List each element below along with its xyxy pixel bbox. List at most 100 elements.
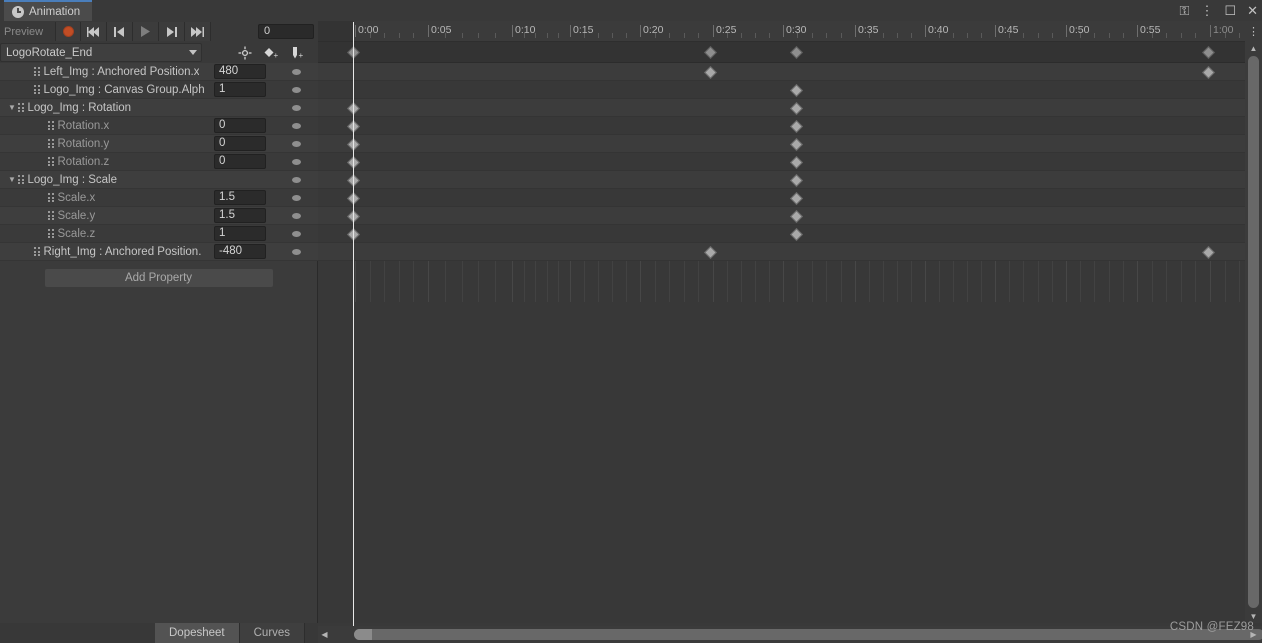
horizontal-scroll-thumb-cap[interactable]	[354, 629, 372, 640]
property-row[interactable]: Scale.x 1.5	[0, 189, 318, 207]
drag-handle-icon[interactable]	[18, 175, 24, 184]
track-row[interactable]	[318, 171, 1245, 189]
track-row[interactable]	[318, 189, 1245, 207]
summary-track-row[interactable]	[318, 42, 1245, 63]
ruler-minor-tick	[669, 33, 671, 38]
track-row[interactable]	[318, 99, 1245, 117]
ruler-minor-tick	[369, 33, 371, 38]
dopesheet-area[interactable]	[318, 42, 1245, 623]
first-keyframe-button[interactable]	[81, 22, 107, 41]
track-row[interactable]	[318, 63, 1245, 81]
keyframe-toggle-dot-icon[interactable]	[292, 105, 301, 111]
keyframe-toggle-dot-icon[interactable]	[292, 159, 301, 165]
ruler-time-label: 0:50	[1069, 24, 1090, 36]
play-button[interactable]	[133, 22, 159, 41]
track-row[interactable]	[318, 153, 1245, 171]
prev-keyframe-button[interactable]	[107, 22, 133, 41]
track-row[interactable]	[318, 135, 1245, 153]
keyframe-toggle-dot-icon[interactable]	[292, 195, 301, 201]
scroll-left-arrow-icon[interactable]: ◀	[318, 626, 331, 643]
drag-handle-icon[interactable]	[34, 247, 40, 256]
drag-handle-icon[interactable]	[48, 157, 54, 166]
property-row[interactable]: ▼ Logo_Img : Scale	[0, 171, 318, 189]
property-row[interactable]: Rotation.x 0	[0, 117, 318, 135]
tab-animation[interactable]: Animation	[4, 0, 93, 21]
property-list-panel: Left_Img : Anchored Position.x 480 Logo_Im…	[0, 63, 318, 623]
drag-handle-icon[interactable]	[48, 139, 54, 148]
mode-tab-dopesheet[interactable]: Dopesheet	[155, 623, 240, 643]
close-icon[interactable]: ✕	[1247, 4, 1258, 17]
drag-handle-icon[interactable]	[48, 211, 54, 220]
clip-selector-label: LogoRotate_End	[6, 46, 93, 59]
preview-label[interactable]: Preview	[0, 26, 55, 38]
drag-handle-icon[interactable]	[48, 229, 54, 238]
drag-handle-icon[interactable]	[18, 103, 24, 112]
horizontal-scroll-thumb[interactable]	[354, 629, 1262, 640]
track-row[interactable]	[318, 225, 1245, 243]
ruler-minor-tick	[478, 33, 480, 38]
timeline-options-kebab-icon[interactable]: ⋮	[1245, 21, 1262, 42]
property-row[interactable]: Left_Img : Anchored Position.x 480	[0, 63, 318, 81]
ruler-minor-tick	[1051, 33, 1053, 38]
ruler-minor-tick	[967, 33, 968, 38]
property-row[interactable]: Rotation.z 0	[0, 153, 318, 171]
keyframe-toggle-dot-icon[interactable]	[292, 213, 301, 219]
mode-tab-curves[interactable]: Curves	[239, 623, 306, 643]
keyframe-toggle-dot-icon[interactable]	[292, 141, 301, 147]
vertical-scrollbar[interactable]: ▲ ▼	[1245, 42, 1262, 623]
timeline-ruler[interactable]: 0:00 0:05 0:10 0:15 0:20 0:25 0:30 0:35 0:40 0:45…	[318, 21, 1245, 42]
property-label: Logo_Img : Rotation	[27, 101, 132, 114]
track-row[interactable]	[318, 117, 1245, 135]
property-value-input[interactable]: 0	[214, 154, 266, 169]
add-property-button[interactable]: Add Property	[44, 269, 273, 287]
foldout-arrow-icon[interactable]: ▼	[6, 175, 18, 184]
add-event-button[interactable]: +	[284, 43, 310, 62]
property-value-input[interactable]: 1	[214, 226, 266, 241]
last-keyframe-button[interactable]	[185, 22, 211, 41]
add-keyframe-at-playhead-button[interactable]: +	[258, 43, 284, 62]
keyframe-toggle-dot-icon[interactable]	[292, 249, 301, 255]
property-row[interactable]: Right_Img : Anchored Position. -480	[0, 243, 318, 261]
frame-number-input[interactable]: 0	[258, 24, 314, 39]
vertical-scroll-thumb[interactable]	[1248, 56, 1259, 608]
scroll-up-arrow-icon[interactable]: ▲	[1245, 42, 1262, 55]
keyframe-toggle-dot-icon[interactable]	[292, 69, 301, 75]
property-row[interactable]: Scale.z 1	[0, 225, 318, 243]
track-row[interactable]	[318, 81, 1245, 99]
property-value-input[interactable]: 1	[214, 82, 266, 97]
keyframe-toggle-dot-icon[interactable]	[292, 123, 301, 129]
foldout-arrow-icon[interactable]: ▼	[6, 103, 18, 112]
clip-selector-dropdown[interactable]: LogoRotate_End	[0, 43, 202, 62]
property-row[interactable]: Rotation.y 0	[0, 135, 318, 153]
track-row[interactable]	[318, 243, 1245, 261]
play-icon	[141, 26, 150, 37]
maximize-icon[interactable]: ☐	[1224, 4, 1236, 17]
property-label: Rotation.x	[57, 119, 110, 132]
playhead-line[interactable]	[353, 22, 354, 626]
property-value-input[interactable]: 1.5	[214, 190, 266, 205]
property-value-input[interactable]: 0	[214, 118, 266, 133]
property-value-input[interactable]: 480	[214, 64, 266, 79]
keyframe-toggle-dot-icon[interactable]	[292, 231, 301, 237]
property-row[interactable]: ▼ Logo_Img : Rotation	[0, 99, 318, 117]
horizontal-scrollbar[interactable]: ◀ ▶	[318, 626, 1262, 643]
property-row[interactable]: Scale.y 1.5	[0, 207, 318, 225]
drag-handle-icon[interactable]	[48, 193, 54, 202]
track-row[interactable]	[318, 207, 1245, 225]
keyframe-toggle-dot-icon[interactable]	[292, 87, 301, 93]
add-keyframe-icon	[238, 46, 252, 59]
drag-handle-icon[interactable]	[34, 85, 40, 94]
add-keyframe-button[interactable]	[232, 43, 258, 62]
property-value-input[interactable]: -480	[214, 244, 266, 259]
drag-handle-icon[interactable]	[48, 121, 54, 130]
property-value-input[interactable]: 1.5	[214, 208, 266, 223]
next-keyframe-button[interactable]	[159, 22, 185, 41]
lock-icon[interactable]: ⚿	[1180, 4, 1190, 17]
kebab-menu-icon[interactable]: ⋮	[1200, 4, 1213, 17]
property-row[interactable]: Logo_Img : Canvas Group.Alph 1	[0, 81, 318, 99]
record-button[interactable]	[55, 22, 81, 41]
keyframe-toggle-dot-icon[interactable]	[292, 177, 301, 183]
ruler-minor-tick	[797, 33, 799, 38]
drag-handle-icon[interactable]	[34, 67, 40, 76]
property-value-input[interactable]: 0	[214, 136, 266, 151]
